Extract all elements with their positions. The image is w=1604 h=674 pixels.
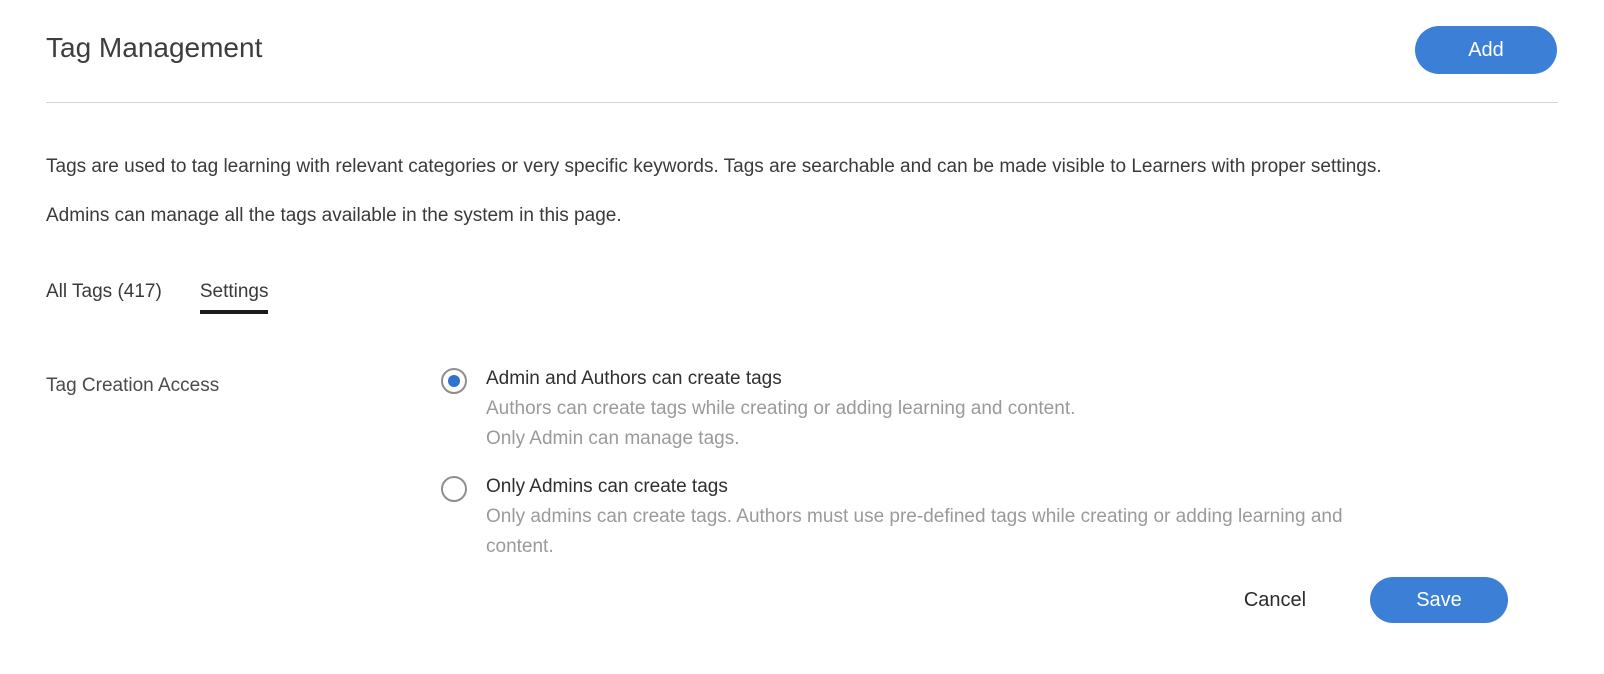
option-description-line: Authors can create tags while creating o… [486, 398, 1076, 419]
option-description: Only admins can create tags. Authors mus… [486, 506, 1343, 557]
option-text: Only Admins can create tags Only admins … [486, 474, 1406, 562]
cancel-button[interactable]: Cancel [1230, 583, 1320, 617]
description-line-2: Admins can manage all the tags available… [46, 205, 622, 226]
option-text: Admin and Authors can create tags Author… [486, 366, 1406, 454]
radio-button-unselected[interactable] [441, 476, 467, 502]
save-button[interactable]: Save [1370, 577, 1508, 623]
tab-bar: All Tags (417) Settings [46, 279, 268, 314]
option-description-line: Only Admin can manage tags. [486, 428, 740, 449]
page-title: Tag Management [46, 32, 263, 63]
radio-button-selected[interactable] [441, 368, 467, 394]
option-description: Authors can create tags while creating o… [486, 394, 1406, 454]
option-title: Only Admins can create tags [486, 476, 728, 497]
header-divider [46, 102, 1558, 103]
description-line-1: Tags are used to tag learning with relev… [46, 156, 1382, 177]
tab-settings[interactable]: Settings [199, 279, 268, 314]
tag-creation-access-label: Tag Creation Access [46, 375, 220, 396]
option-title: Admin and Authors can create tags [486, 368, 782, 389]
tab-all-tags[interactable]: All Tags (417) [46, 279, 162, 305]
add-button[interactable]: Add [1415, 26, 1557, 74]
